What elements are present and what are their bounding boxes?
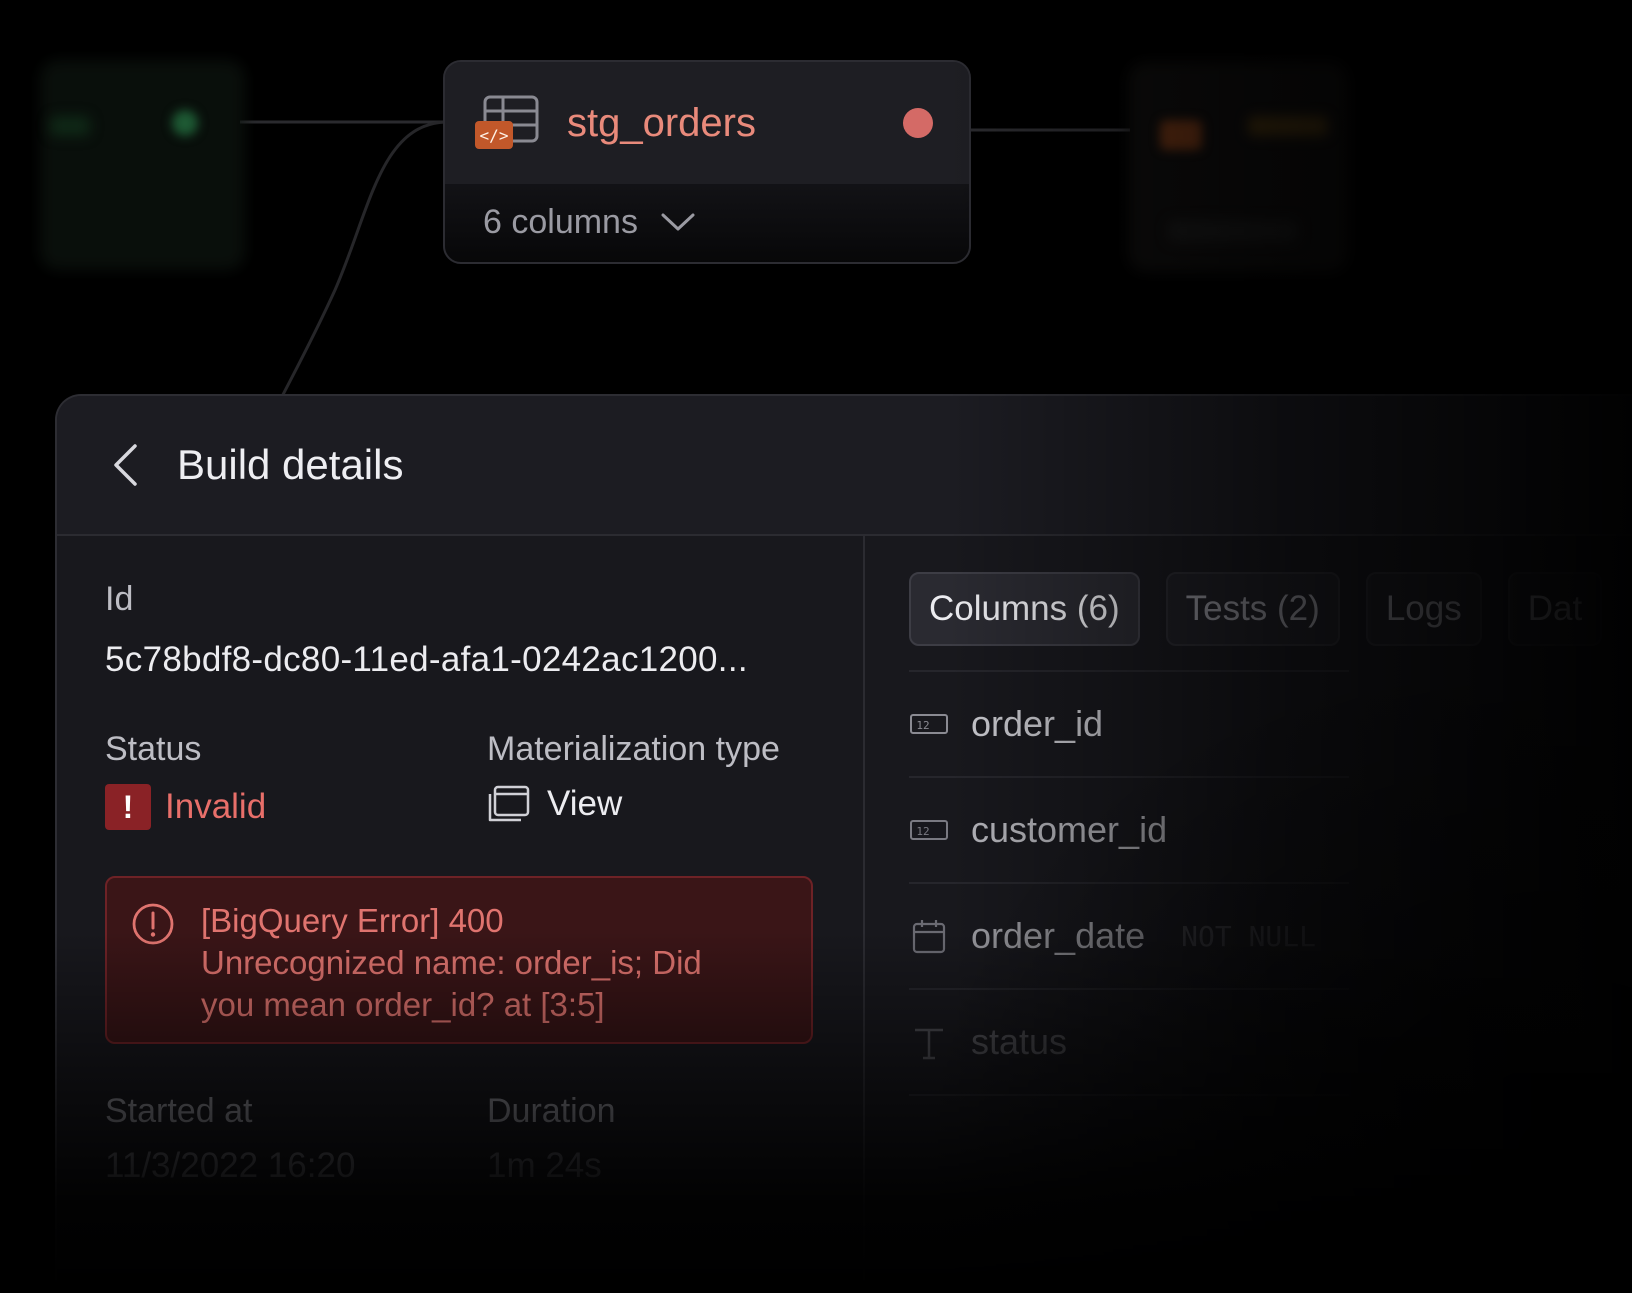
column-row-more[interactable]	[909, 1094, 1349, 1200]
calendar-type-icon	[912, 920, 946, 954]
materialization-label: Materialization type	[487, 730, 780, 768]
status-value: Invalid	[165, 787, 267, 826]
column-constraint: NOT NULL	[1181, 919, 1316, 953]
chevron-down-icon	[661, 213, 695, 231]
column-name: order_id	[971, 703, 1104, 744]
tab-columns[interactable]: Columns (6)	[909, 572, 1140, 646]
tab-bar: Columns (6) Tests (2) Logs Dat	[909, 572, 1628, 646]
panel-body: Id 5c78bdf8-dc80-11ed-afa1-0242ac1200...…	[57, 536, 1632, 1293]
upstream-node-blurred[interactable]	[40, 60, 245, 270]
tab-tests[interactable]: Tests (2)	[1165, 572, 1340, 646]
column-row-order-id[interactable]: 12 order_id	[909, 670, 1349, 776]
build-summary: Id 5c78bdf8-dc80-11ed-afa1-0242ac1200...…	[57, 536, 865, 1293]
column-name: order_date	[971, 915, 1146, 956]
started-at-value: 11/3/2022 16:20	[105, 1146, 356, 1185]
started-at-label: Started at	[105, 1092, 253, 1130]
sql-model-table-icon: </>	[475, 95, 539, 151]
page-title: Build details	[177, 441, 404, 488]
model-node-title: stg_orders	[567, 100, 756, 145]
upstream-status-dot	[172, 110, 198, 136]
build-details-panel: Build details Id 5c78bdf8-dc80-11ed-afa1…	[55, 394, 1632, 1293]
numeric-type-icon: 12	[910, 714, 948, 734]
column-row-status[interactable]: status	[909, 988, 1349, 1094]
view-window-icon	[488, 785, 530, 822]
error-line: Unrecognized name: order_is; Did	[201, 944, 702, 981]
panel-header: Build details	[57, 396, 1632, 536]
downstream-node-title	[1248, 116, 1328, 136]
duration-label: Duration	[487, 1092, 616, 1130]
error-line: [BigQuery Error] 400	[201, 902, 504, 939]
build-detail-tabs-area: Columns (6) Tests (2) Logs Dat 12 order_…	[865, 536, 1632, 1293]
status-badge: ! Invalid	[105, 784, 266, 830]
column-row-order-date[interactable]: order_date NOT NULL	[909, 882, 1349, 988]
id-label: Id	[105, 580, 134, 618]
upstream-node-icon	[50, 116, 90, 136]
error-message-box: [BigQuery Error] 400 Unrecognized name: …	[105, 876, 813, 1044]
svg-text:12: 12	[916, 719, 929, 732]
materialization-value: View	[487, 784, 622, 824]
model-node-header[interactable]: </> stg_orders	[445, 62, 969, 184]
downstream-node-icon	[1160, 120, 1202, 150]
column-row-customer-id[interactable]: 12 customer_id	[909, 776, 1349, 882]
error-line: you mean order_id? at [3:5]	[201, 986, 605, 1023]
column-name: customer_id	[971, 809, 1168, 850]
model-columns-toggle[interactable]: 6 columns	[445, 184, 969, 260]
svg-text:12: 12	[916, 825, 929, 838]
edge-curve-down	[268, 120, 446, 421]
duration-value: 1m 24s	[487, 1146, 602, 1185]
svg-text:</>: </>	[480, 126, 509, 145]
column-name: status	[971, 1021, 1068, 1062]
lineage-canvas: </> stg_orders 6 columns Build details I…	[0, 0, 1632, 1293]
text-type-icon	[915, 1028, 943, 1060]
alert-circle-icon	[132, 903, 174, 945]
model-status-dot	[903, 108, 933, 138]
model-columns-count: 6 columns	[483, 202, 638, 241]
error-exclamation-icon: !	[105, 784, 151, 830]
downstream-node-columns	[1168, 220, 1298, 242]
tab-logs[interactable]: Logs	[1365, 572, 1482, 646]
model-node-stg-orders[interactable]: </> stg_orders 6 columns	[443, 60, 971, 264]
tab-data[interactable]: Dat	[1507, 572, 1603, 646]
status-label: Status	[105, 730, 202, 768]
id-value[interactable]: 5c78bdf8-dc80-11ed-afa1-0242ac1200...	[105, 640, 748, 680]
materialization-type: View	[547, 784, 623, 823]
numeric-type-icon: 12	[910, 820, 948, 840]
chevron-left-icon[interactable]	[111, 443, 139, 487]
